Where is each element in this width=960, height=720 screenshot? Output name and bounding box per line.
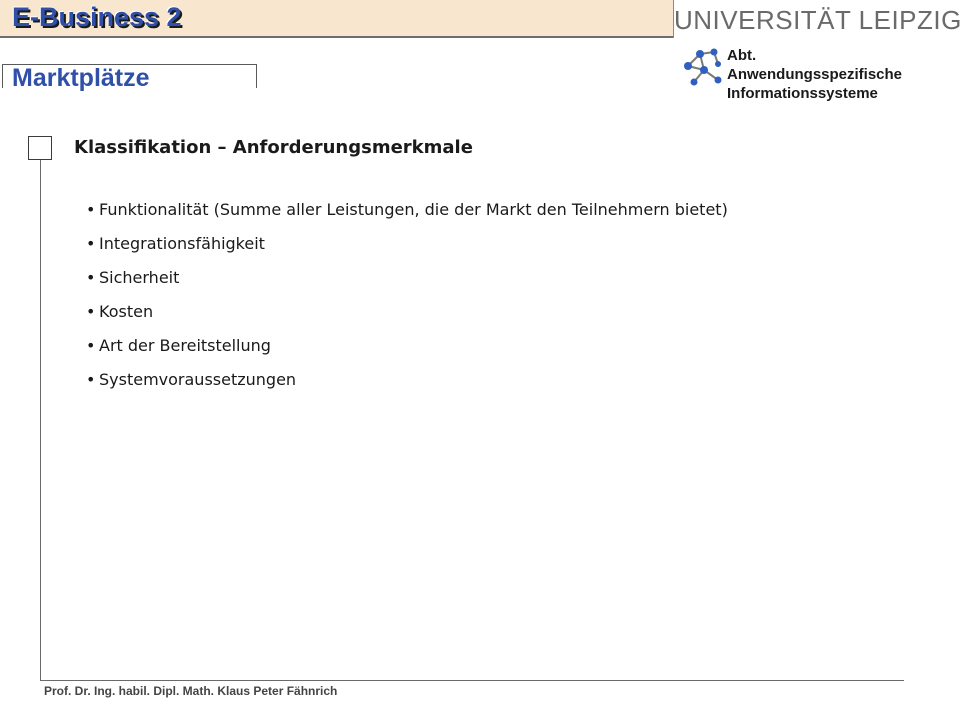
list-item: • Funktionalität (Summe aller Leistungen,… (86, 199, 728, 233)
bullet-marker: • (86, 302, 96, 321)
bullet-marker: • (86, 370, 96, 389)
university-name: UNIVERSITÄT LEIPZIG (674, 5, 960, 35)
bullet-marker: • (86, 268, 96, 287)
list-item: • Systemvoraussetzungen (86, 369, 728, 403)
bullet-text: Systemvoraussetzungen (99, 370, 297, 389)
bullet-text: Sicherheit (99, 268, 180, 287)
bottom-divider (40, 680, 904, 681)
department-label: Abt. Anwendungsspezifische Informationss… (727, 46, 902, 103)
department-abbr: Abt. (727, 47, 757, 64)
footer-author: Prof. Dr. Ing. habil. Dipl. Math. Klaus … (44, 684, 338, 698)
department-name-line1: Anwendungsspezifische (727, 66, 903, 83)
bullet-text: Funktionalität (Summe aller Leistungen, … (99, 200, 728, 219)
bullet-text: Kosten (99, 302, 154, 321)
bullet-marker: • (86, 200, 96, 219)
list-item: • Integrationsfähigkeit (86, 233, 728, 267)
university-logo: UNIVERSITÄT LEIPZIG (673, 0, 960, 38)
bullet-marker: • (86, 234, 96, 253)
department-name-line2: Informationssysteme (727, 85, 878, 102)
left-divider (40, 160, 41, 680)
header-bar: E-Business 2 UNIVERSITÄT LEIPZIG (0, 0, 960, 38)
bullet-list: • Funktionalität (Summe aller Leistungen,… (86, 199, 728, 403)
list-item: • Sicherheit (86, 267, 728, 301)
heading-square-marker (28, 136, 52, 160)
bullet-text: Art der Bereitstellung (99, 336, 271, 355)
bullet-marker: • (86, 336, 96, 355)
bullet-text: Integrationsfähigkeit (99, 234, 265, 253)
slide-heading: Klassifikation – Anforderungsmerkmale (74, 137, 473, 158)
section-title: Marktplätze (12, 64, 150, 92)
course-title: E-Business 2 (12, 2, 182, 32)
list-item: • Art der Bereitstellung (86, 335, 728, 369)
list-item: • Kosten (86, 301, 728, 335)
network-icon (684, 48, 722, 86)
